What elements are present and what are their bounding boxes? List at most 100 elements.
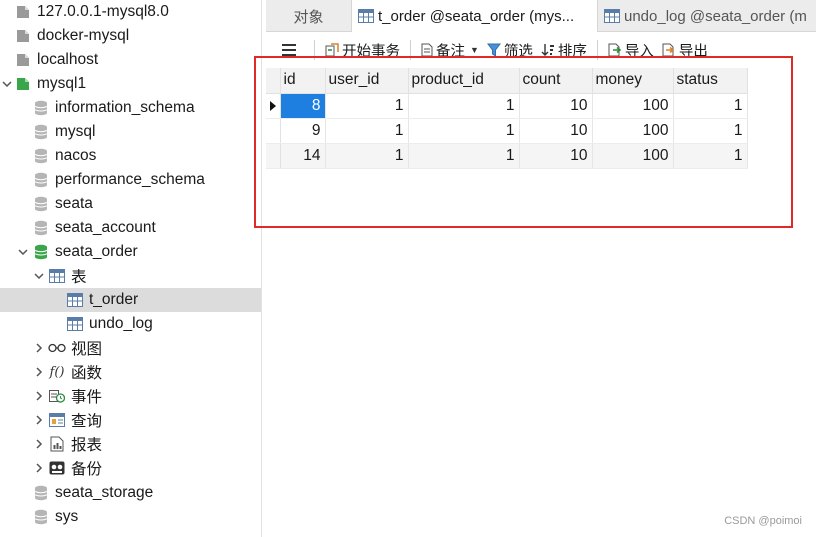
sidebar-item-label: performance_schema [55,171,205,188]
cell-status[interactable]: 1 [673,118,748,144]
chevron-down-icon[interactable] [16,245,30,259]
cell-count[interactable]: 10 [519,143,593,169]
sidebar-item-label: 事件 [71,389,103,406]
sidebar-item-label: mysql1 [37,75,87,92]
database-icon [32,99,50,117]
table-row[interactable]: 8 1 1 10 100 1 [266,93,748,119]
cell-product-id[interactable]: 1 [408,143,520,169]
row-marker[interactable] [266,143,281,169]
table-row[interactable]: 9 1 1 10 100 1 [266,118,748,144]
filter-label: 筛选 [503,43,533,60]
table-icon [66,315,84,333]
export-button[interactable]: 导出 [658,36,712,64]
chevron-right-icon[interactable] [32,437,46,451]
database-icon [32,195,50,213]
cell-user-id[interactable]: 1 [325,93,409,119]
sidebar-item-backups[interactable]: 备份 [0,456,261,480]
table-icon [358,9,374,23]
column-header-count[interactable]: count [519,68,593,94]
sort-icon [541,43,555,57]
sidebar-item-seata-storage[interactable]: seata_storage [0,481,261,505]
note-button[interactable]: 备注 ▼ [417,36,483,64]
sidebar-item-127-mysql8[interactable]: 127.0.0.1-mysql8.0 [0,0,261,24]
begin-transaction-button[interactable]: 开始事务 [321,36,404,64]
cell-product-id[interactable]: 1 [408,118,520,144]
cell-id[interactable]: 14 [280,143,326,169]
sidebar-item-views[interactable]: 视图 [0,336,261,360]
cell-status[interactable]: 1 [673,93,748,119]
sidebar-item-label: 报表 [71,437,103,454]
dropdown-arrow-icon[interactable]: ▼ [470,45,479,55]
tab-undo-log[interactable]: undo_log @seata_order (m [598,0,816,32]
database-active-icon [32,243,50,261]
column-header-id[interactable]: id [280,68,326,94]
cell-status[interactable]: 1 [673,143,748,169]
sidebar-item-label: seata_storage [55,484,154,501]
sidebar-item-t-order[interactable]: t_order [0,288,261,312]
cell-product-id[interactable]: 1 [408,93,520,119]
sidebar-item-functions[interactable]: f() 函数 [0,360,261,384]
row-marker[interactable] [266,118,281,144]
sidebar-item-sys[interactable]: sys [0,505,261,529]
menu-icon[interactable] [266,36,300,64]
sidebar-item-nacos[interactable]: nacos [0,144,261,168]
sidebar-item-performance-schema[interactable]: performance_schema [0,168,261,192]
chevron-right-icon[interactable] [32,389,46,403]
export-icon [662,43,676,57]
import-button[interactable]: 导入 [604,36,658,64]
chevron-down-icon[interactable] [32,269,46,283]
watermark-text: CSDN @poimoi [724,515,802,527]
table-row[interactable]: 14 1 1 10 100 1 [266,143,748,169]
database-icon [32,123,50,141]
sidebar-item-label: seata_account [55,219,156,236]
sidebar-item-docker-mysql[interactable]: docker-mysql [0,24,261,48]
sidebar-item-label: 127.0.0.1-mysql8.0 [37,3,169,20]
sidebar-item-undo-log[interactable]: undo_log [0,312,261,336]
import-icon [608,43,622,57]
sidebar-item-events[interactable]: 事件 [0,384,261,408]
report-icon [48,435,66,453]
chevron-right-icon[interactable] [32,413,46,427]
chevron-right-icon[interactable] [32,461,46,475]
cell-id[interactable]: 8 [280,93,326,119]
cell-id[interactable]: 9 [280,118,326,144]
cell-user-id[interactable]: 1 [325,118,409,144]
connection-icon [14,3,32,21]
sidebar-item-queries[interactable]: 查询 [0,408,261,432]
chevron-right-icon[interactable] [32,341,46,355]
connection-icon [14,27,32,45]
sidebar-item-label: nacos [55,147,97,164]
cell-count[interactable]: 10 [519,93,593,119]
column-header-product-id[interactable]: product_id [408,68,520,94]
column-header-money[interactable]: money [592,68,674,94]
cell-user-id[interactable]: 1 [325,143,409,169]
table-icon [66,291,84,309]
tab-objects[interactable]: 对象 [266,0,352,32]
tab-t-order[interactable]: t_order @seata_order (mys... [352,0,598,32]
current-row-marker-icon[interactable] [266,93,281,119]
column-header-status[interactable]: status [673,68,748,94]
cell-count[interactable]: 10 [519,118,593,144]
column-header-user-id[interactable]: user_id [325,68,409,94]
cell-money[interactable]: 100 [592,93,674,119]
cell-money[interactable]: 100 [592,118,674,144]
sidebar-item-tables-folder[interactable]: 表 [0,264,261,288]
sidebar-item-seata-order[interactable]: seata_order [0,240,261,264]
sidebar-item-mysql1[interactable]: mysql1 [0,72,261,96]
toolbar-divider [596,40,598,60]
chevron-right-icon[interactable] [32,365,46,379]
sidebar-item-localhost[interactable]: localhost [0,48,261,72]
sidebar-item-mysql[interactable]: mysql [0,120,261,144]
sidebar-item-label: undo_log [89,315,153,332]
database-icon [32,219,50,237]
sidebar-item-seata[interactable]: seata [0,192,261,216]
filter-button[interactable]: 筛选 [483,36,537,64]
sidebar-item-reports[interactable]: 报表 [0,432,261,456]
sidebar-item-seata-account[interactable]: seata_account [0,216,261,240]
cell-money[interactable]: 100 [592,143,674,169]
sort-button[interactable]: 排序 [537,36,591,64]
chevron-down-icon[interactable] [0,77,14,91]
database-icon [32,171,50,189]
sidebar-item-information-schema[interactable]: information_schema [0,96,261,120]
function-icon: f() [49,364,65,380]
